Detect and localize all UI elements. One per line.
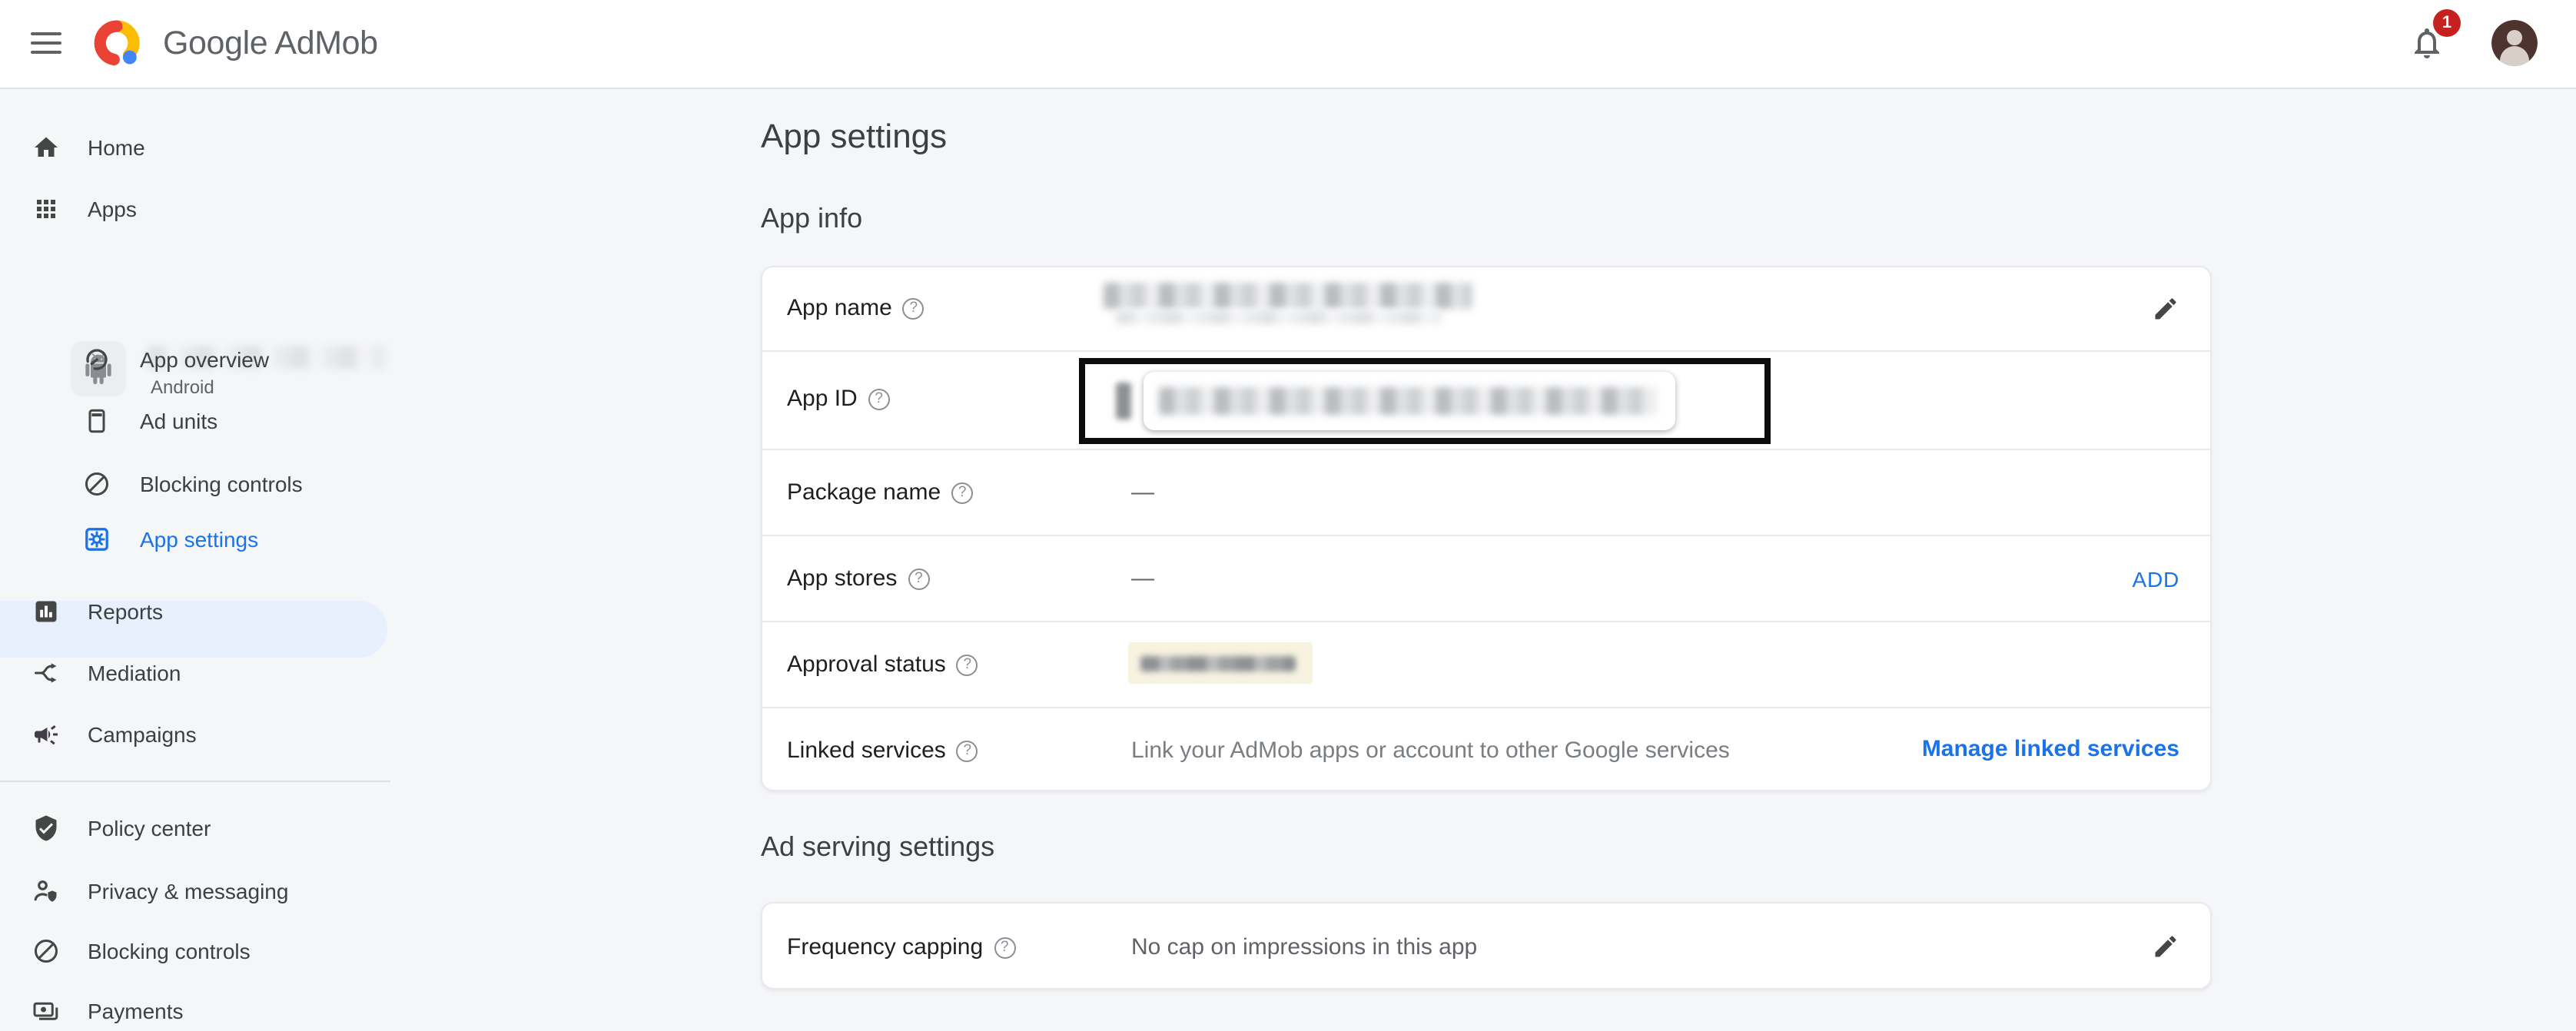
- sidebar-item-policy-center[interactable]: Policy center: [0, 797, 390, 859]
- top-app-bar: Google AdMob 1: [0, 0, 2576, 89]
- sidebar-item-label: Campaigns: [88, 722, 197, 747]
- section-heading-ad-serving: Ad serving settings: [761, 831, 994, 864]
- help-icon[interactable]: [868, 388, 890, 409]
- shield-check-icon: [32, 814, 60, 842]
- app-settings-gear-icon: [83, 525, 111, 552]
- app-name-value-redacted-line2: [1116, 310, 1442, 324]
- sidebar-item-payments[interactable]: Payments: [0, 980, 390, 1031]
- package-name-value: —: [1131, 479, 1154, 506]
- frequency-capping-value: No cap on impressions in this app: [1131, 934, 1477, 960]
- sidebar-nav: Home Apps Android App overview: [0, 88, 390, 1031]
- section-heading-app-info: App info: [761, 203, 862, 235]
- sidebar-item-campaigns[interactable]: Campaigns: [0, 704, 390, 765]
- ad-serving-card: Frequency capping No cap on impressions …: [761, 902, 2212, 990]
- admob-app-settings-screen: Google AdMob 1 Home: [0, 0, 2576, 1031]
- row-divider: [762, 350, 2210, 352]
- notification-count-badge[interactable]: 1: [2433, 9, 2461, 37]
- help-icon[interactable]: [957, 654, 978, 675]
- frequency-capping-label: Frequency capping: [787, 934, 1015, 960]
- sidebar-item-label: Privacy & messaging: [88, 879, 288, 903]
- campaigns-megaphone-icon: [32, 721, 60, 748]
- sidebar-item-ad-units[interactable]: Ad units: [0, 390, 390, 452]
- sidebar-item-label: Reports: [88, 599, 163, 624]
- sidebar-item-blocking-controls[interactable]: Blocking controls: [0, 453, 390, 515]
- row-divider: [762, 621, 2210, 622]
- product-name: Google AdMob: [163, 14, 378, 72]
- sidebar-item-label: Payments: [88, 999, 184, 1023]
- app-stores-label: App stores: [787, 565, 929, 592]
- person-shield-icon: [32, 877, 60, 905]
- help-icon[interactable]: [994, 937, 1015, 958]
- app-info-card: App name App ID Package name — App store…: [761, 266, 2212, 791]
- app-id-value-redacted: [1159, 387, 1657, 415]
- block-icon: [32, 937, 60, 965]
- approval-status-label: Approval status: [787, 651, 978, 678]
- sidebar-item-label: Policy center: [88, 816, 211, 840]
- row-divider: [762, 449, 2210, 450]
- payments-icon: [32, 997, 60, 1025]
- app-name-value-redacted: [1104, 283, 1472, 309]
- sidebar-item-reports[interactable]: Reports: [0, 581, 390, 642]
- sidebar-item-blocking-controls-account[interactable]: Blocking controls: [0, 920, 390, 982]
- reports-chart-icon: [32, 598, 60, 625]
- admob-logo-icon: [89, 14, 148, 72]
- help-icon[interactable]: [951, 482, 973, 503]
- mediation-branch-icon: [32, 659, 60, 687]
- block-icon: [83, 470, 111, 498]
- admob-logo[interactable]: Google AdMob: [89, 14, 378, 72]
- add-app-store-button[interactable]: ADD: [2132, 567, 2179, 592]
- app-id-annotation-box: [1079, 358, 1771, 444]
- edit-app-name-icon[interactable]: [2152, 295, 2179, 323]
- app-id-value-chip[interactable]: [1144, 372, 1675, 430]
- page-title: App settings: [761, 117, 947, 157]
- app-stores-value: —: [1131, 565, 1154, 592]
- sidebar-item-label: App settings: [140, 526, 258, 551]
- sidebar-divider: [0, 781, 390, 782]
- account-avatar[interactable]: [2491, 20, 2538, 66]
- sidebar-item-apps[interactable]: Apps: [0, 178, 390, 240]
- app-name-label: App name: [787, 295, 925, 321]
- apps-grid-icon: [32, 195, 60, 223]
- sidebar-item-label: Ad units: [140, 409, 217, 433]
- row-divider: [762, 707, 2210, 708]
- home-icon: [32, 134, 60, 161]
- app-id-redacted-fragment: [1116, 383, 1131, 419]
- sidebar-item-app-settings[interactable]: App settings: [0, 510, 390, 567]
- row-divider: [762, 535, 2210, 536]
- approval-status-value-redacted: [1128, 642, 1313, 684]
- app-id-label: App ID: [787, 386, 890, 412]
- linked-services-label: Linked services: [787, 738, 978, 764]
- help-icon[interactable]: [903, 297, 925, 319]
- sidebar-item-label: Blocking controls: [140, 472, 303, 496]
- edit-frequency-capping-icon[interactable]: [2152, 933, 2179, 960]
- sidebar-item-label: Home: [88, 135, 145, 160]
- sidebar-item-app-overview[interactable]: App overview: [0, 329, 390, 390]
- linked-services-value: Link your AdMob apps or account to other…: [1131, 738, 1730, 764]
- sidebar-item-home[interactable]: Home: [0, 117, 390, 178]
- gauge-icon: [83, 346, 111, 373]
- help-icon[interactable]: [908, 568, 929, 589]
- sidebar-item-label: Mediation: [88, 661, 181, 685]
- package-name-label: Package name: [787, 479, 973, 506]
- sidebar-item-label: App overview: [140, 347, 269, 372]
- ad-units-phone-icon: [83, 407, 111, 435]
- sidebar-item-label: Apps: [88, 197, 137, 221]
- help-icon[interactable]: [957, 740, 978, 761]
- sidebar-item-label: Blocking controls: [88, 939, 251, 963]
- sidebar-item-privacy-messaging[interactable]: Privacy & messaging: [0, 860, 390, 922]
- sidebar-item-mediation[interactable]: Mediation: [0, 642, 390, 704]
- manage-linked-services-link[interactable]: Manage linked services: [1922, 736, 2179, 762]
- menu-icon[interactable]: [31, 32, 61, 55]
